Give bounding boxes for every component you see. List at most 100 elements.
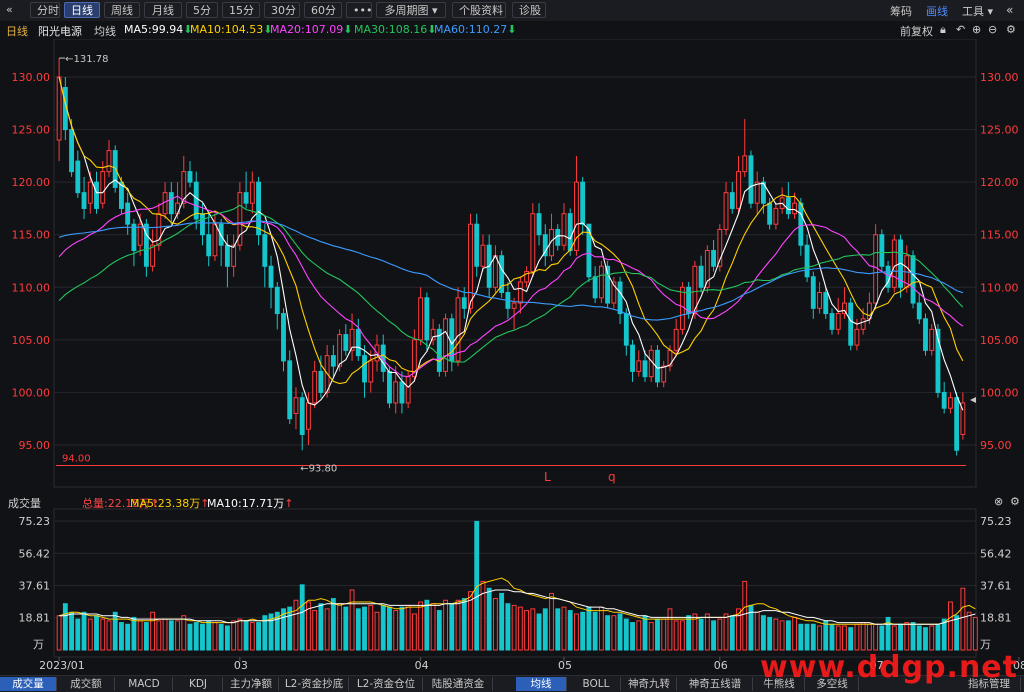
candle-body — [742, 155, 748, 173]
close-icon[interactable]: ⊗ — [994, 495, 1003, 508]
candle-body — [767, 202, 773, 225]
volume-bar — [804, 623, 810, 651]
period-button-1[interactable]: 日线 — [64, 2, 100, 18]
caret-down-icon: ▾ — [987, 5, 994, 18]
volume-bar — [436, 610, 442, 651]
settings-gear-icon[interactable]: ⚙ — [1006, 23, 1016, 36]
indicator-tab-10[interactable]: 神奇九转 — [622, 677, 677, 691]
candle-body — [274, 286, 280, 315]
candle-body — [249, 181, 255, 204]
adjust-selector[interactable]: 前复权 — [900, 23, 933, 39]
lock-icon[interactable]: 🔒︎ — [940, 23, 946, 37]
marker-l: L — [544, 470, 551, 484]
candle-body — [679, 286, 685, 330]
volume-bar — [62, 603, 68, 651]
zoom-out-icon[interactable]: ⊖ — [988, 23, 997, 36]
indicator-tab-3[interactable]: KDJ — [174, 677, 223, 691]
period-button-4[interactable]: 5分 — [186, 2, 218, 18]
volume-bar — [549, 592, 554, 651]
volume-tick-left: 75.23 — [19, 515, 51, 528]
indicator-tab-6[interactable]: L2-资金仓位 — [350, 677, 423, 691]
volume-tick-left: 万 — [33, 638, 44, 651]
ma20-value: MA20:107.09⬇ — [270, 23, 353, 36]
candle-body — [150, 244, 156, 267]
volume-bar — [611, 615, 617, 651]
period-button-11[interactable]: 诊股 — [512, 2, 546, 18]
undo-icon[interactable]: ↶ — [956, 23, 965, 36]
indicator-tab-2[interactable]: MACD — [116, 677, 173, 691]
candle-body — [630, 344, 635, 372]
candle-body — [879, 234, 885, 267]
volume-bar — [785, 620, 791, 651]
indicator-tab-1[interactable]: 成交额 — [58, 677, 115, 691]
period-button-8[interactable]: ••• — [346, 2, 372, 18]
volume-bar — [598, 606, 604, 651]
volume-bar — [848, 627, 854, 651]
period-button-9[interactable]: 多周期图 ▾ — [376, 2, 446, 18]
volume-bar — [873, 623, 879, 651]
draw-line-button[interactable]: 画线 — [926, 3, 948, 19]
period-button-3[interactable]: 月线 — [144, 2, 182, 18]
volume-bar — [399, 606, 405, 651]
period-button-10[interactable]: 个股资料 — [452, 2, 506, 18]
period-button-2[interactable]: 周线 — [104, 2, 140, 18]
period-button-5[interactable]: 15分 — [222, 2, 260, 18]
volume-bar — [742, 580, 748, 651]
candle-body — [823, 292, 829, 315]
period-button-7[interactable]: 60分 — [304, 2, 342, 18]
settings-gear-icon[interactable]: ⚙ — [1010, 495, 1020, 508]
price-tick-right: 115.00 — [980, 229, 1019, 242]
candle-body — [312, 370, 318, 404]
period-label: 日线 — [6, 25, 28, 38]
candle-body — [299, 397, 305, 435]
volume-info-bar: 成交量 总量:22.15万↑ MA5:23.38万↑ MA10:17.71万↑ … — [0, 493, 1024, 511]
indicator-tab-7[interactable]: 陆股通资金 — [424, 677, 493, 691]
period-button-0[interactable]: 分时 — [30, 2, 60, 18]
indicator-tab-4[interactable]: 主力净额 — [224, 677, 279, 691]
tools-menu[interactable]: 工具 ▾ — [962, 3, 993, 19]
price-tick-right: 95.00 — [980, 439, 1012, 452]
candle-body — [455, 297, 461, 362]
volume-bar — [69, 611, 75, 651]
volume-bar — [212, 622, 218, 651]
candle-body — [642, 360, 648, 378]
back-chevron-icon[interactable]: « — [6, 3, 13, 16]
period-button-6[interactable]: 30分 — [264, 2, 300, 18]
volume-bar — [337, 603, 343, 651]
indicator-tab-9[interactable]: BOLL — [572, 677, 621, 691]
candle-body — [468, 223, 473, 309]
volume-bar — [387, 606, 392, 651]
chips-button[interactable]: 筹码 — [890, 3, 912, 19]
volume-bar — [418, 601, 424, 651]
indicator-tab-0[interactable]: 成交量 — [0, 677, 57, 691]
candle-body — [256, 181, 262, 236]
volume-bar — [137, 620, 143, 651]
candle-body — [56, 76, 62, 141]
volume-bar — [704, 613, 710, 651]
volume-bar — [112, 611, 118, 651]
volume-bar — [131, 616, 137, 651]
candle-body — [792, 202, 798, 215]
candle-body — [100, 171, 106, 204]
price-tick-left: 115.00 — [12, 229, 51, 242]
zoom-in-icon[interactable]: ⊕ — [972, 23, 981, 36]
volume-bar — [443, 599, 448, 651]
volume-bar — [561, 606, 567, 651]
indicator-tab-11[interactable]: 神奇五线谱 — [678, 677, 753, 691]
volume-bar — [143, 622, 149, 651]
indicator-tab-8[interactable]: 均线 — [516, 677, 567, 691]
indicator-tab-5[interactable]: L2-资金抄底 — [280, 677, 349, 691]
price-tick-left: 125.00 — [12, 124, 51, 137]
collapse-chevron-icon[interactable]: « — [1006, 3, 1013, 17]
volume-tick-left: 37.61 — [19, 580, 51, 593]
volume-bar — [592, 611, 598, 651]
volume-bar — [586, 606, 592, 651]
price-tick-right: 120.00 — [980, 176, 1019, 189]
volume-bar — [156, 620, 162, 651]
kline-chart[interactable]: 130.00 125.00 120.00 115.00 110.00 105.00 100.… — [0, 39, 1024, 675]
candle-body — [592, 276, 598, 299]
candle-body — [648, 349, 654, 378]
volume-bar — [916, 625, 922, 651]
candle-body — [891, 239, 897, 288]
high-label: ←131.78 — [65, 54, 108, 65]
